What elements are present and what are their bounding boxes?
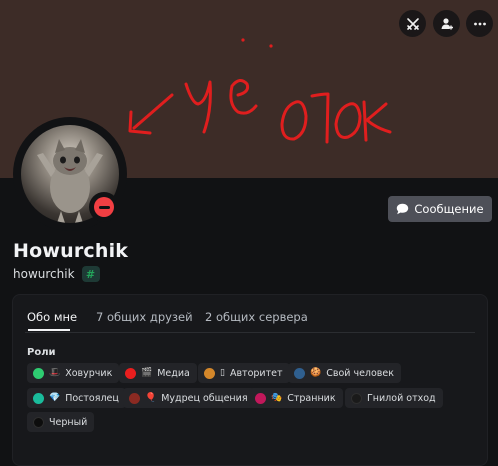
role-emoji-icon: 🎈 [145, 392, 157, 403]
role-emoji-icon: 🍪 [310, 367, 322, 378]
role-emoji-icon: 🎩 [49, 367, 61, 378]
active-tab-indicator [28, 329, 70, 331]
crossed-swords-icon[interactable] [399, 10, 426, 37]
role-chip[interactable]: 🎬 Медиа [119, 363, 197, 383]
chat-bubble-icon [397, 203, 409, 215]
profile-tabs: Обо мне 7 общих друзей 2 общих сервера [25, 307, 475, 333]
role-color-dot [204, 367, 215, 379]
hashtag-badge-icon[interactable]: # [81, 266, 100, 282]
crossed-swords-glyph [406, 17, 419, 30]
username[interactable]: howurchik [13, 267, 75, 281]
role-label: Мудрец общения [161, 392, 248, 404]
role-color-dot [125, 367, 136, 379]
role-emoji-icon: 🎭 [271, 392, 283, 403]
role-chip[interactable]: 🍪 Свой человек [288, 363, 401, 383]
role-label: Черный [49, 416, 88, 428]
role-chip[interactable]: Гнилой отход [345, 388, 443, 408]
role-emoji-icon: 💎 [49, 392, 61, 403]
role-label: Ховурчик [65, 367, 113, 379]
display-name: Howurchik [13, 240, 129, 262]
role-color-dot [33, 416, 44, 428]
role-chip[interactable]: 🎩 Ховурчик [27, 363, 120, 383]
role-label: Авторитет [229, 367, 283, 379]
role-chip[interactable]: 💎 Постоялец [27, 388, 126, 408]
message-button[interactable]: Сообщение [388, 196, 492, 222]
profile-panel: Обо мне 7 общих друзей 2 общих сервера Р… [12, 294, 488, 466]
roles-title: Роли [27, 347, 56, 358]
role-chip[interactable]: ▯ Авторитет [198, 363, 290, 383]
tab-about-me[interactable]: Обо мне [27, 310, 77, 324]
role-chip[interactable]: 🎭 Странник [249, 388, 343, 408]
role-chip[interactable]: 🎈 Мудрец общения [123, 388, 255, 408]
role-label: Гнилой отход [367, 392, 436, 404]
role-color-dot [294, 367, 305, 379]
role-label: Странник [287, 392, 336, 404]
role-label: Медиа [157, 367, 190, 379]
status-dot [94, 197, 114, 217]
role-color-dot [351, 392, 362, 404]
tab-mutual-servers[interactable]: 2 общих сервера [205, 310, 308, 324]
role-chip[interactable]: Черный [27, 412, 95, 432]
role-color-dot [33, 392, 44, 404]
more-icon[interactable] [466, 10, 493, 37]
add-friend-glyph [441, 17, 453, 29]
username-row: howurchik # [13, 266, 100, 282]
role-emoji-icon: ▯ [220, 367, 225, 378]
role-label: Постоялец [65, 392, 119, 404]
message-button-label: Сообщение [414, 202, 484, 216]
role-color-dot [255, 392, 266, 404]
status-dnd-icon [89, 192, 119, 222]
add-friend-icon[interactable] [433, 10, 460, 37]
role-emoji-icon: 🎬 [141, 367, 153, 378]
role-label: Свой человек [326, 367, 394, 379]
more-glyph [473, 22, 486, 25]
role-color-dot [129, 392, 140, 404]
role-color-dot [33, 367, 44, 379]
tab-mutual-friends[interactable]: 7 общих друзей [96, 310, 193, 324]
